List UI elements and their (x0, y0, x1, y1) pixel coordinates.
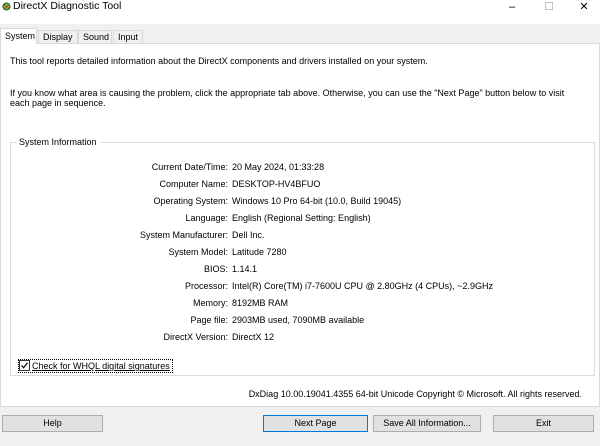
info-label: Current Date/Time: (151, 162, 228, 172)
exit-button[interactable]: Exit (493, 415, 594, 432)
save-all-information-button[interactable]: Save All Information... (373, 415, 481, 432)
whql-checkbox-label[interactable]: Check for WHQL digital signatures (32, 361, 170, 371)
info-row-bios: BIOS: 1.14.1 (11, 263, 594, 275)
info-value: DirectX 12 (232, 332, 275, 342)
info-value: 20 May 2024, 01:33:28 (232, 162, 325, 172)
info-value: Intel(R) Core(TM) i7-7600U CPU @ 2.80GHz… (232, 281, 493, 291)
info-value: DESKTOP-HV4BFUO (232, 179, 321, 189)
info-label: Operating System: (153, 196, 228, 206)
whql-checkbox-row[interactable]: Check for WHQL digital signatures (18, 359, 173, 373)
intro-text: This tool reports detailed information a… (10, 56, 428, 66)
info-row-memory: Memory: 8192MB RAM (11, 297, 594, 309)
info-value: 1.14.1 (232, 264, 258, 274)
tab-system[interactable]: System (0, 28, 37, 44)
maximize-button[interactable]: ☐ (533, 0, 565, 16)
checkmark-icon (21, 362, 29, 369)
help-button[interactable]: Help (2, 415, 103, 432)
intro-hint-text: If you know what area is causing the pro… (10, 88, 565, 108)
whql-checkbox[interactable] (19, 360, 30, 372)
next-page-button[interactable]: Next Page (263, 415, 368, 432)
info-label: System Manufacturer: (139, 230, 228, 240)
info-value: Dell Inc. (232, 230, 265, 240)
tab-sound[interactable]: Sound (78, 30, 112, 43)
info-label: Language: (185, 213, 228, 223)
info-value: 8192MB RAM (232, 298, 289, 308)
info-row-computer-name: Computer Name: DESKTOP-HV4BFUO (11, 178, 594, 190)
info-label: Page file: (190, 315, 228, 325)
info-row-date-time: Current Date/Time: 20 May 2024, 01:33:28 (11, 161, 594, 173)
info-row-processor: Processor: Intel(R) Core(TM) i7-7600U CP… (11, 280, 594, 292)
version-copyright-text: DxDiag 10.00.19041.4355 64-bit Unicode C… (248, 389, 582, 399)
info-row-page-file: Page file: 2903MB used, 7090MB available (11, 314, 594, 326)
info-row-language: Language: English (Regional Setting: Eng… (11, 212, 594, 224)
info-row-operating-system: Operating System: Windows 10 Pro 64-bit … (11, 195, 594, 207)
tab-input[interactable]: Input (113, 30, 143, 43)
tab-strip: System Display Sound Input (0, 28, 600, 44)
info-row-system-manufacturer: System Manufacturer: Dell Inc. (11, 229, 594, 241)
info-value: Windows 10 Pro 64-bit (10.0, Build 19045… (232, 196, 402, 206)
system-tab-panel: This tool reports detailed information a… (0, 43, 600, 407)
info-row-system-model: System Model: Latitude 7280 (11, 246, 594, 258)
info-label: Memory: (192, 298, 228, 308)
tab-display[interactable]: Display (38, 30, 78, 43)
info-row-directx-version: DirectX Version: DirectX 12 (11, 331, 594, 343)
info-label: BIOS: (203, 264, 228, 274)
info-value: English (Regional Setting: English) (232, 213, 371, 223)
info-label: System Model: (168, 247, 228, 257)
system-information-group: System Information Current Date/Time: 20… (10, 137, 595, 376)
group-title: System Information (16, 137, 100, 147)
directx-icon (2, 2, 11, 11)
info-label: Processor: (184, 281, 228, 291)
minimize-button[interactable]: – (496, 0, 528, 16)
info-label: Computer Name: (159, 179, 228, 189)
info-label: DirectX Version: (163, 332, 228, 342)
info-value: Latitude 7280 (232, 247, 287, 257)
window-title: DirectX Diagnostic Tool (13, 0, 122, 12)
close-button[interactable]: ✕ (568, 0, 600, 16)
info-value: 2903MB used, 7090MB available (232, 315, 365, 325)
title-bar: DirectX Diagnostic Tool – ☐ ✕ (0, 0, 600, 24)
